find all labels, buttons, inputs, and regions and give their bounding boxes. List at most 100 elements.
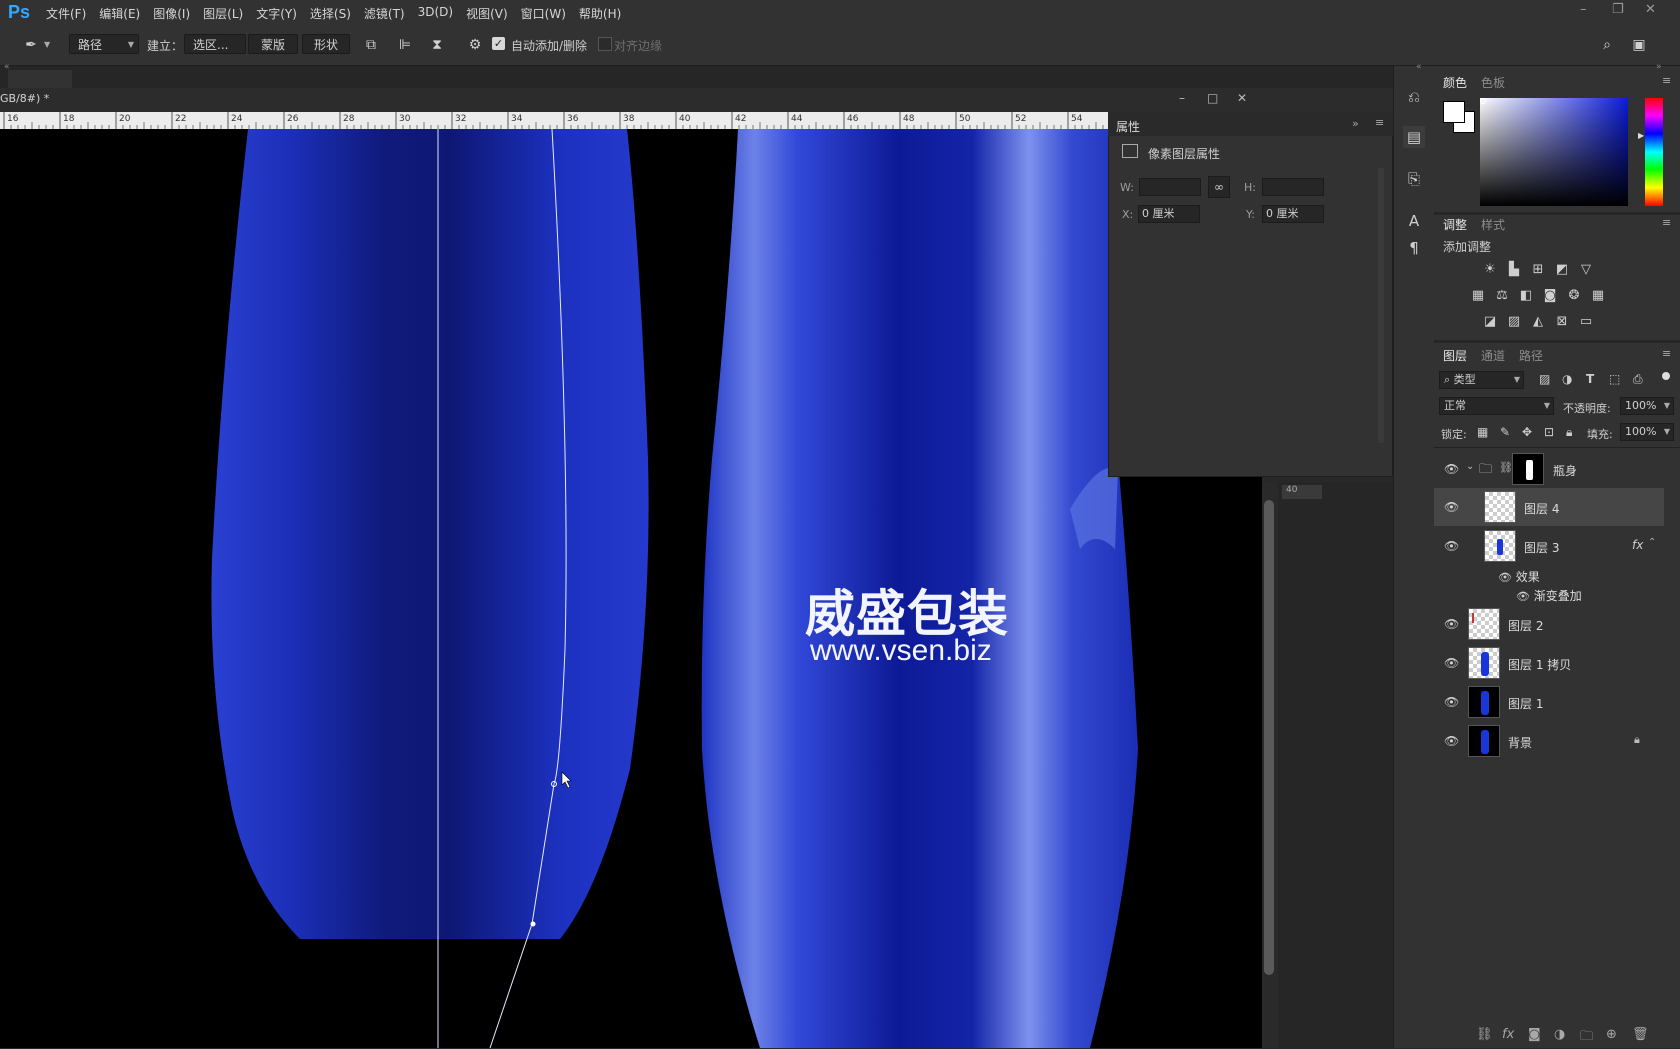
layer-row[interactable]: 👁︎ 图层 1 (1434, 683, 1664, 721)
menu-view[interactable]: 视图(V) (466, 5, 508, 22)
photo-filter-icon[interactable]: ◙ (1541, 288, 1559, 304)
tab-adjustments[interactable]: 调整 (1443, 216, 1467, 233)
gear-icon[interactable]: ⚙ (464, 34, 486, 56)
threshold-icon[interactable]: ◭ (1529, 314, 1547, 330)
hue-slider-handle[interactable]: ▶ (1638, 131, 1644, 140)
collapse-arrows-icon[interactable]: « (1416, 62, 1422, 72)
color-spectrum-field[interactable] (1480, 98, 1628, 206)
vibrance-icon[interactable]: ▽ (1577, 262, 1595, 278)
minimize-button[interactable]: – (1580, 2, 1587, 17)
menu-edit[interactable]: 编辑(E) (99, 5, 140, 22)
visibility-eye-icon[interactable]: 👁︎ (1444, 694, 1460, 710)
add-layer-style-icon[interactable]: fx (1502, 1027, 1514, 1042)
document-tab[interactable] (8, 70, 72, 88)
exposure-icon[interactable]: ◩ (1553, 262, 1571, 278)
make-selection-button[interactable]: 选区... (184, 34, 246, 54)
properties-icon[interactable]: ▤ (1403, 126, 1425, 148)
align-edges-checkbox[interactable] (598, 37, 612, 51)
doc-maximize-icon[interactable]: □ (1207, 91, 1218, 105)
layer-filter-dropdown[interactable]: ⌕ 类型 ▼ (1439, 371, 1524, 389)
menu-file[interactable]: 文件(F) (46, 5, 86, 22)
chevron-down-icon[interactable]: ⌄ (1466, 461, 1474, 472)
filter-adjustment-icon[interactable]: ◑ (1562, 372, 1572, 386)
make-shape-button[interactable]: 形状 (302, 34, 350, 54)
visibility-eye-icon[interactable]: 👁︎ (1444, 655, 1460, 671)
levels-icon[interactable]: ▙ (1505, 262, 1523, 278)
visibility-eye-icon[interactable]: 👁︎ (1444, 733, 1460, 749)
path-arrangement-icon[interactable]: ⧗ (426, 34, 448, 56)
visibility-eye-icon[interactable]: 👁︎ (1516, 590, 1530, 603)
color-panel-menu-icon[interactable]: ≡ (1662, 74, 1671, 87)
menu-select[interactable]: 选择(S) (310, 5, 351, 22)
width-field[interactable] (1139, 178, 1201, 196)
properties-tab[interactable]: 属性 (1116, 118, 1140, 135)
tab-color[interactable]: 颜色 (1443, 74, 1467, 91)
tab-styles[interactable]: 样式 (1481, 216, 1505, 233)
delete-layer-icon[interactable]: 🗑︎ (1632, 1027, 1649, 1042)
layer-row[interactable]: 👁︎ 背景 🔒︎ (1434, 722, 1664, 760)
visibility-eye-icon[interactable]: 👁︎ (1444, 538, 1460, 554)
tab-layers[interactable]: 图层 (1443, 347, 1467, 364)
menu-filter[interactable]: 滤镜(T) (364, 5, 405, 22)
menu-layer[interactable]: 图层(L) (203, 5, 243, 22)
layer-group-row[interactable]: 👁︎ ⌄ 🗀︎ ⛓ 瓶身 (1434, 451, 1664, 489)
layer-row[interactable]: 👁︎ 图层 3 fx ⌃ (1434, 527, 1664, 565)
brightness-contrast-icon[interactable]: ☀ (1481, 262, 1499, 278)
character-icon[interactable]: A (1403, 210, 1425, 232)
invert-icon[interactable]: ◪ (1481, 314, 1499, 330)
panel-collapse-icon[interactable]: » (1352, 117, 1359, 130)
workspace-icon[interactable]: ▣ (1628, 34, 1650, 56)
height-field[interactable] (1262, 178, 1324, 196)
effects-row[interactable]: 👁︎ 效果 (1498, 568, 1540, 585)
doc-minimize-icon[interactable]: – (1179, 91, 1185, 105)
layer-row[interactable]: 👁︎ 图层 2 (1434, 605, 1664, 643)
add-mask-icon[interactable]: ◙ (1528, 1027, 1541, 1042)
menu-image[interactable]: 图像(I) (153, 5, 190, 22)
layer-row[interactable]: 👁︎ 图层 1 拷贝 (1434, 644, 1664, 682)
new-layer-icon[interactable]: ⊕ (1606, 1027, 1617, 1042)
fill-field[interactable]: 100% ▼ (1620, 423, 1674, 441)
pen-mode-dropdown[interactable]: 路径 ▼ (69, 34, 139, 54)
selective-color-icon[interactable]: ⊠ (1553, 314, 1571, 330)
tab-swatches[interactable]: 色板 (1481, 74, 1505, 91)
menu-help[interactable]: 帮助(H) (579, 5, 621, 22)
visibility-eye-icon[interactable]: 👁︎ (1444, 461, 1460, 477)
tool-preset-chevron-icon[interactable]: ▼ (44, 40, 50, 49)
filter-toggle-icon[interactable] (1662, 372, 1670, 380)
fx-icon[interactable]: fx (1632, 538, 1643, 552)
color-picker-marker[interactable] (1480, 98, 1486, 104)
tab-channels[interactable]: 通道 (1481, 347, 1505, 364)
lock-all-icon[interactable]: 🔒︎ (1566, 425, 1572, 440)
foreground-color-swatch[interactable] (1443, 101, 1465, 123)
menu-type[interactable]: 文字(Y) (256, 5, 297, 22)
visibility-eye-icon[interactable]: 👁︎ (1498, 571, 1512, 584)
close-button[interactable]: ✕ (1645, 2, 1656, 17)
posterize-icon[interactable]: ▨ (1505, 314, 1523, 330)
effect-row[interactable]: 👁︎ 渐变叠加 (1516, 587, 1582, 604)
hue-slider[interactable] (1645, 98, 1663, 206)
link-icon[interactable]: ∞ (1208, 176, 1230, 198)
make-mask-button[interactable]: 蒙版 (248, 34, 298, 54)
lock-icon[interactable]: 🔒︎ (1634, 733, 1640, 747)
menu-3d[interactable]: 3D(D) (418, 5, 453, 22)
visibility-eye-icon[interactable]: 👁︎ (1444, 499, 1460, 515)
filter-shape-icon[interactable]: ⬚ (1609, 372, 1620, 386)
adjust-panel-menu-icon[interactable]: ≡ (1662, 216, 1671, 229)
scrollbar-thumb[interactable] (1264, 500, 1274, 975)
y-field[interactable]: 0 厘米 (1262, 205, 1324, 223)
paragraph-icon[interactable]: ¶ (1403, 237, 1425, 259)
color-balance-icon[interactable]: ⚖ (1493, 288, 1511, 304)
pen-tool-icon[interactable]: ✒ (20, 34, 42, 56)
layers-panel-menu-icon[interactable]: ≡ (1662, 347, 1671, 360)
new-group-icon[interactable]: 🗀︎ (1580, 1027, 1593, 1049)
search-icon[interactable]: ⌕ (1596, 34, 1618, 56)
panel-menu-icon[interactable]: ≡ (1375, 116, 1384, 129)
tab-paths[interactable]: 路径 (1519, 347, 1543, 364)
blend-mode-dropdown[interactable]: 正常 ▼ (1439, 397, 1554, 415)
layer-row[interactable]: 👁︎ 图层 4 (1434, 488, 1664, 526)
properties-scrollbar[interactable] (1378, 168, 1384, 443)
channel-mixer-icon[interactable]: ❂ (1565, 288, 1583, 304)
clone-source-icon[interactable]: ⎘ (1403, 168, 1425, 190)
filter-pixel-icon[interactable]: ▨ (1539, 372, 1550, 386)
restore-button[interactable]: ❐ (1612, 2, 1624, 17)
